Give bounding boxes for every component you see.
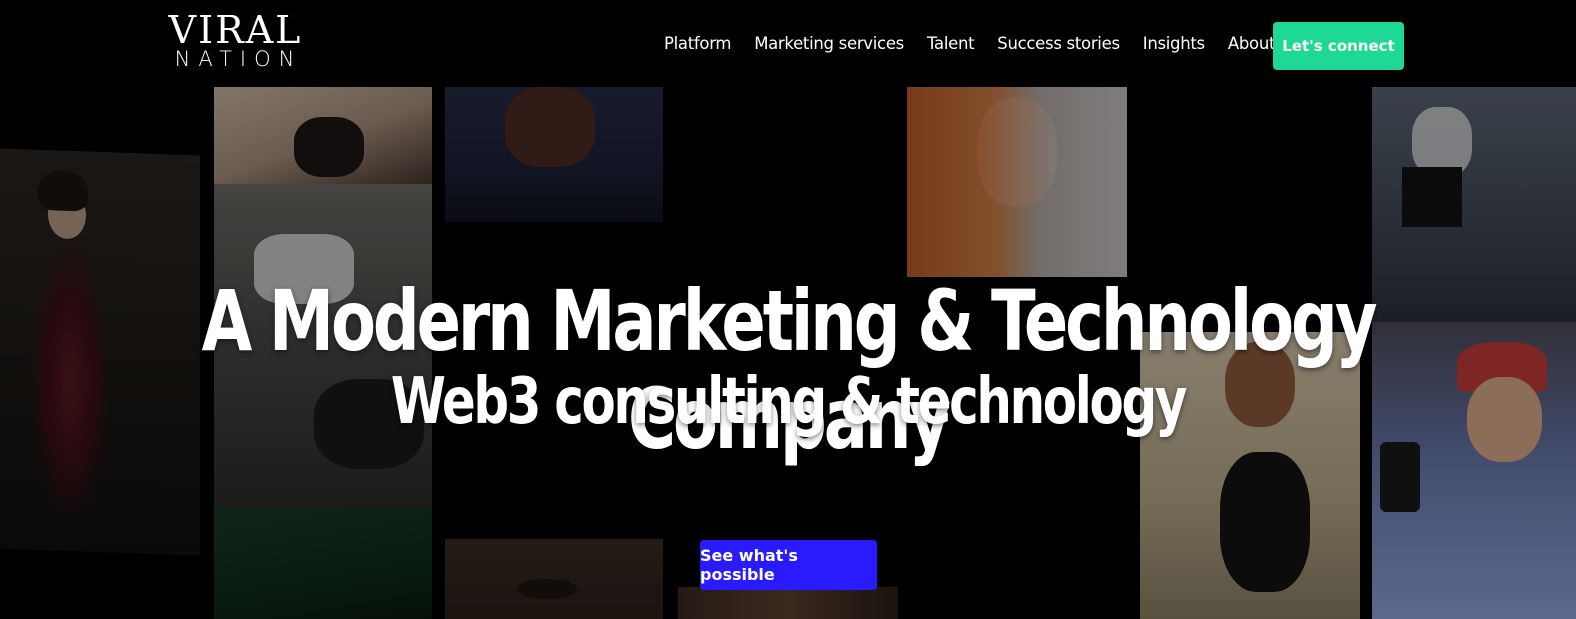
hero-photo-green-logo [214, 507, 432, 619]
hero-photo-woman-hat [445, 539, 663, 619]
hero-subtitle: Web3 consulting & technology [390, 365, 1188, 439]
site-header: VIRAL NATION Platform Marketing services… [0, 0, 1576, 87]
nav-success-stories[interactable]: Success stories [997, 34, 1120, 53]
hero-photo-crowd [445, 87, 663, 222]
hero-photo-woman-top [214, 87, 432, 192]
logo-line-2: NATION [174, 47, 303, 71]
main-nav: Platform Marketing services Talent Succe… [664, 34, 1298, 53]
nav-platform[interactable]: Platform [664, 34, 731, 53]
hero-photo-red-dress [0, 148, 200, 556]
nav-marketing-services[interactable]: Marketing services [754, 34, 904, 53]
nav-talent[interactable]: Talent [927, 34, 975, 53]
nav-insights[interactable]: Insights [1143, 34, 1205, 53]
lets-connect-button[interactable]: Let's connect [1273, 22, 1404, 70]
hero-photo-people-bottom [678, 587, 898, 619]
logo-line-1: VIRAL [168, 8, 303, 52]
hero-photo-painted-face [907, 87, 1127, 277]
see-whats-possible-button[interactable]: See what's possible [700, 540, 877, 590]
viral-nation-logo[interactable]: VIRAL NATION [158, 10, 313, 76]
nav-about[interactable]: About [1228, 34, 1276, 53]
